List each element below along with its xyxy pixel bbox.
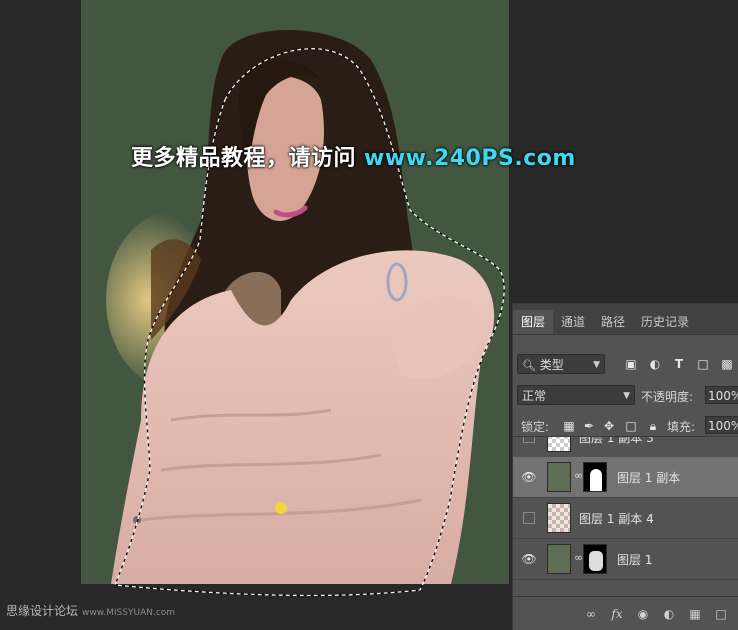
portrait-photo xyxy=(106,30,495,584)
layer-row[interactable]: 👁︎ ∞ 图层 1 xyxy=(513,539,738,580)
layer-mask-thumbnail[interactable] xyxy=(583,544,607,574)
type-filter-icon[interactable]: T xyxy=(671,356,687,372)
watermark-url: www.240PS.com xyxy=(364,146,576,171)
fill-field[interactable]: 100% xyxy=(705,416,738,434)
layer-thumbnail xyxy=(547,437,571,452)
layer-row[interactable]: 图层 1 副本 3 xyxy=(513,436,738,458)
mask-link-icon[interactable]: ∞ xyxy=(574,551,583,564)
search-icon: 🔍︎ xyxy=(522,359,536,372)
layer-name: 图层 1 副本 xyxy=(617,471,681,485)
lock-transparent-icon[interactable]: ▦ xyxy=(561,418,577,434)
add-mask-icon[interactable]: ◉ xyxy=(635,606,651,622)
blend-mode-select[interactable]: 正常 ▼ xyxy=(517,385,635,405)
layer-thumbnail xyxy=(547,544,571,574)
link-layers-icon[interactable]: ∞ xyxy=(583,606,599,622)
layer-name: 图层 1 副本 4 xyxy=(579,512,654,526)
layer-thumbnail xyxy=(547,503,571,533)
shape-filter-icon[interactable]: □ xyxy=(695,356,711,372)
lock-all-icon[interactable]: 🔒︎ xyxy=(645,418,661,434)
fill-label: 填充: xyxy=(667,420,696,434)
eye-icon[interactable]: 👁︎ xyxy=(521,469,537,485)
lock-label: 锁定: xyxy=(521,420,550,434)
mask-link-icon[interactable]: ∞ xyxy=(574,469,583,482)
opacity-field[interactable]: 100% xyxy=(705,386,738,404)
fx-icon[interactable]: fx xyxy=(609,606,625,622)
layer-filter-select[interactable]: 🔍︎ 类型 ▼ xyxy=(517,354,605,374)
new-group-icon[interactable]: ▦ xyxy=(687,606,703,622)
image-filter-icon[interactable]: ▣ xyxy=(623,356,639,372)
forum-credit: 思缘设计论坛 www.MISSYUAN.com xyxy=(6,602,175,619)
layers-bottom-bar: ∞ fx ◉ ◐ ▦ □ xyxy=(513,596,738,630)
visibility-toggle[interactable] xyxy=(523,437,535,443)
filter-type-label: 类型 xyxy=(539,358,564,372)
adjustment-filter-icon[interactable]: ◐ xyxy=(647,356,663,372)
layer-row[interactable]: 图层 1 副本 4 xyxy=(513,498,738,539)
layer-mask-thumbnail[interactable] xyxy=(583,462,607,492)
opacity-label: 不透明度: xyxy=(641,390,694,404)
layer-name: 图层 1 副本 3 xyxy=(579,436,654,445)
document-canvas[interactable] xyxy=(81,0,509,584)
tab-history[interactable]: 历史记录 xyxy=(633,310,697,334)
lock-position-icon[interactable]: ✥ xyxy=(601,418,617,434)
watermark-label: 更多精品教程，请访问 xyxy=(131,146,357,171)
layers-panel: 图层 通道 路径 历史记录 🔍︎ 类型 ▼ ▣ ◐ T □ ▩ 正常 ▼ 不透明… xyxy=(512,303,738,630)
chevron-down-icon: ▼ xyxy=(623,391,630,401)
tab-channels[interactable]: 通道 xyxy=(553,310,593,334)
visibility-toggle[interactable] xyxy=(523,512,535,524)
watermark-text: 更多精品教程，请访问 www.240PS.com xyxy=(131,140,576,172)
smart-object-filter-icon[interactable]: ▩ xyxy=(719,356,735,372)
panel-tabs: 图层 通道 路径 历史记录 xyxy=(513,304,738,335)
adjustment-layer-icon[interactable]: ◐ xyxy=(661,606,677,622)
lock-artboard-icon[interactable]: □ xyxy=(623,418,639,434)
tab-layers[interactable]: 图层 xyxy=(513,310,554,334)
chevron-down-icon: ▼ xyxy=(593,360,600,370)
layer-name: 图层 1 xyxy=(617,553,653,567)
layer-thumbnail xyxy=(547,462,571,492)
credit-site: www.MISSYUAN.com xyxy=(82,608,176,618)
layer-row[interactable]: 👁︎ ∞ 图层 1 副本 xyxy=(513,457,738,498)
blend-mode-label: 正常 xyxy=(522,389,547,403)
tab-paths[interactable]: 路径 xyxy=(593,310,633,334)
new-layer-icon[interactable]: □ xyxy=(713,606,729,622)
credit-label: 思缘设计论坛 xyxy=(6,604,79,618)
layers-list: 图层 1 副本 3 👁︎ ∞ 图层 1 副本 图层 1 副本 4 👁︎ ∞ 图层… xyxy=(513,436,738,597)
eye-icon[interactable]: 👁︎ xyxy=(521,551,537,567)
lock-pixels-icon[interactable]: ✒ xyxy=(581,418,597,434)
